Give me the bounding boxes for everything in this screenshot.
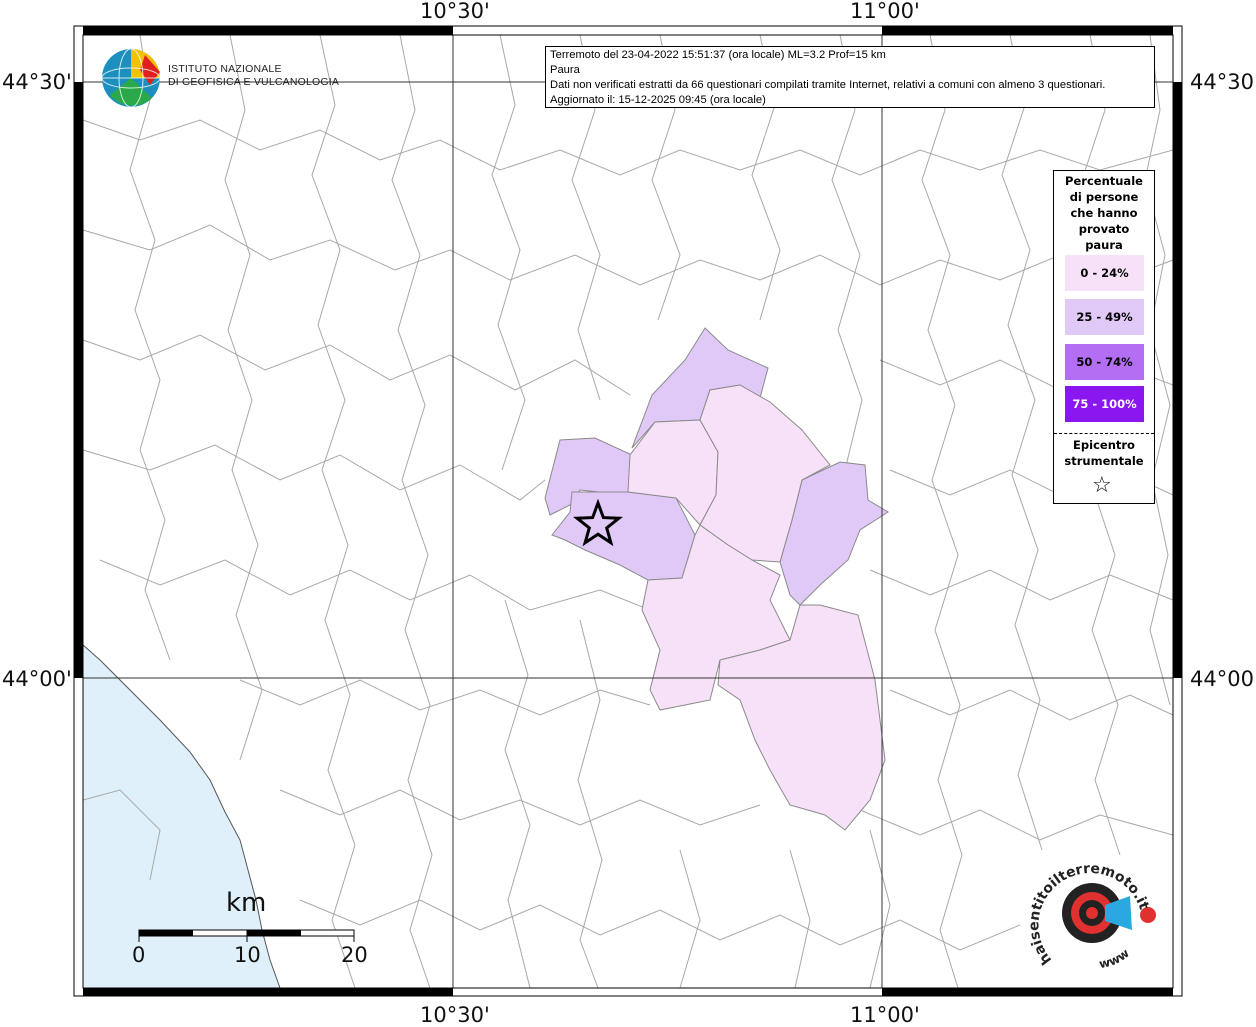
scale-tick-20: 20 [341, 943, 368, 967]
legend-title-line: Percentuale [1065, 174, 1143, 188]
legend-title-line: che hanno [1070, 206, 1138, 220]
lon-label-top-1030: 10°30' [420, 0, 490, 23]
legend-title-line: di persone [1069, 190, 1139, 204]
hsit-logo-arc-text: haisentitoilterremoto.it [1030, 861, 1152, 968]
ingv-globe-icon [101, 48, 161, 108]
hsit-logo-text: haisentitoilterremoto.it www [1030, 861, 1152, 971]
legend-title-line: provato [1078, 222, 1130, 236]
event-line: Terremoto del 23-04-2022 15:51:37 (ora l… [550, 49, 886, 61]
lon-label-top-1100: 11°00' [850, 0, 920, 23]
svg-text:haisentitoilterremoto.it: haisentitoilterremoto.it [1030, 861, 1152, 968]
legend-epicenter-title: Epicentro strumentale [1054, 437, 1154, 469]
scale-tick-10: 10 [234, 943, 261, 967]
lat-label-right-4400: 44°00' [1190, 667, 1256, 691]
legend: Percentuale di persone che hanno provato… [1053, 170, 1155, 504]
parameter-line: Paura [550, 64, 580, 76]
legend-star-icon: ☆ [1092, 473, 1112, 498]
updated-line: Aggiornato il: 15-12-2025 09:45 (ora loc… [550, 94, 766, 106]
lat-label-left-4400: 44°00' [2, 667, 72, 691]
legend-epicenter-line: Epicentro [1073, 438, 1135, 452]
svg-text:www: www [1098, 946, 1132, 971]
lat-label-left-4430: 44°30' [2, 70, 72, 94]
lon-label-bottom-1100: 11°00' [850, 1003, 920, 1027]
event-info-box: Terremoto del 23-04-2022 15:51:37 (ora l… [545, 46, 1155, 108]
legend-class-0-24: 0 - 24% [1065, 255, 1144, 291]
hsit-logo-www-text: www [1098, 946, 1132, 971]
legend-title: Percentuale di persone che hanno provato… [1054, 173, 1154, 253]
legend-class-25-49: 25 - 49% [1065, 299, 1144, 335]
lon-label-bottom-1030: 10°30' [420, 1003, 490, 1027]
legend-class-75-100: 75 - 100% [1065, 386, 1144, 422]
ingv-line-1: ISTITUTO NAZIONALE [168, 63, 282, 75]
ingv-logo-text: ISTITUTO NAZIONALE DI GEOFISICA E VULCAN… [168, 63, 339, 89]
legend-title-line: paura [1085, 238, 1123, 252]
scale-unit: km [226, 888, 267, 918]
lat-label-right-4430: 44°30' [1190, 70, 1256, 94]
ingv-line-2: DI GEOFISICA E VULCANOLOGIA [168, 76, 340, 88]
scale-tick-0: 0 [132, 943, 146, 967]
legend-epicenter-line: strumentale [1064, 454, 1144, 468]
legend-class-50-74: 50 - 74% [1065, 344, 1144, 380]
legend-divider [1054, 433, 1154, 434]
data-note-line: Dati non verificati estratti da 66 quest… [550, 79, 1106, 91]
